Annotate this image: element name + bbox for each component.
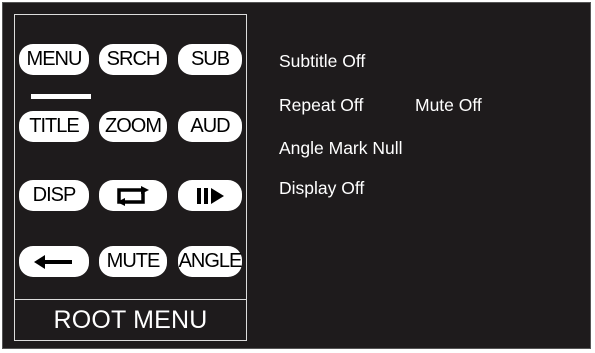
mute-status: Mute Off — [415, 95, 482, 115]
root-menu-panel: MENU SRCH SUB TITLE ZOOM AUD DISP MUTE A… — [14, 14, 247, 341]
angle-button-label: ANGLE — [178, 250, 243, 272]
search-button-label: SRCH — [106, 48, 161, 70]
search-button[interactable]: SRCH — [99, 44, 167, 75]
subtitle-button-label: SUB — [190, 48, 230, 70]
display-status: Display Off — [279, 178, 365, 198]
title-button[interactable]: TITLE — [19, 111, 89, 142]
step-forward-icon — [178, 180, 242, 211]
mute-button[interactable]: MUTE — [99, 246, 167, 277]
display-button[interactable]: DISP — [19, 180, 89, 211]
osd-screen: MENU SRCH SUB TITLE ZOOM AUD DISP MUTE A… — [2, 2, 591, 349]
audio-button[interactable]: AUD — [178, 111, 242, 142]
audio-button-label: AUD — [190, 115, 230, 137]
angle-status: Angle Mark Null — [279, 138, 403, 158]
zoom-button-label: ZOOM — [105, 115, 162, 137]
selection-underline — [31, 94, 91, 99]
back-arrow-icon — [19, 246, 89, 277]
back-button[interactable] — [19, 246, 89, 277]
menu-button-label: MENU — [26, 48, 83, 70]
repeat-button[interactable] — [99, 180, 167, 211]
repeat-icon — [99, 180, 167, 211]
menu-button[interactable]: MENU — [19, 44, 89, 75]
angle-button[interactable]: ANGLE — [178, 246, 242, 277]
panel-title: ROOT MENU — [15, 299, 246, 340]
mute-button-label: MUTE — [106, 250, 161, 272]
title-button-label: TITLE — [29, 115, 79, 137]
zoom-button[interactable]: ZOOM — [99, 111, 167, 142]
step-button[interactable] — [178, 180, 242, 211]
display-button-label: DISP — [32, 184, 77, 206]
repeat-status: Repeat Off — [279, 95, 364, 115]
subtitle-status: Subtitle Off — [279, 51, 366, 71]
subtitle-button[interactable]: SUB — [178, 44, 242, 75]
